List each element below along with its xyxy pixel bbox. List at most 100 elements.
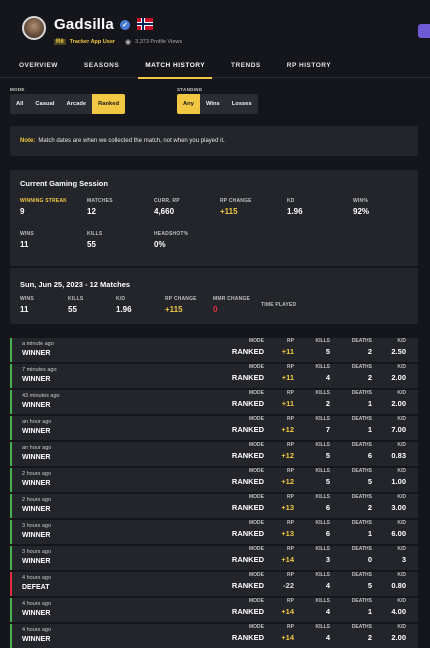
match-kills-column: KILLS 6 xyxy=(316,520,330,538)
match-mode-header: MODE xyxy=(249,338,264,344)
match-mode-value: RANKED xyxy=(231,451,264,460)
tracker-user-label: Tracker App User xyxy=(69,39,116,45)
match-mode-header: MODE xyxy=(249,468,264,474)
match-kd-column: K/D 2.00 xyxy=(391,390,406,408)
match-deaths-header: DEATHS xyxy=(351,468,372,474)
match-result: WINNER xyxy=(22,454,51,461)
match-deaths-header: DEATHS xyxy=(351,364,372,370)
tab-seasons[interactable]: SEASONS xyxy=(77,54,126,78)
match-mode-column: MODE RANKED xyxy=(232,338,264,356)
result-indicator xyxy=(10,572,12,596)
standing-losses-button[interactable]: Losses xyxy=(226,94,258,114)
match-row[interactable]: an hour ago WINNER MODE RANKED RP +12 KILLS 7 DE… xyxy=(10,416,418,441)
match-deaths-column: DEATHS 2 xyxy=(352,624,372,642)
standing-any-button[interactable]: Any xyxy=(177,94,200,114)
match-kd-value: 4.00 xyxy=(391,607,406,616)
avatar[interactable] xyxy=(22,16,46,40)
profile-nav: OVERVIEW SEASONS MATCH HISTORY TRENDS RP… xyxy=(0,54,430,79)
stat-label: K/D xyxy=(116,296,126,302)
stat-label: MATCHES xyxy=(87,198,113,204)
match-mode-header: MODE xyxy=(249,494,264,500)
mode-ranked-button[interactable]: Ranked xyxy=(92,94,126,114)
match-mode-column: MODE RANKED xyxy=(232,494,264,512)
match-deaths-value: 1 xyxy=(367,529,372,538)
match-rp-column: RP +13 xyxy=(281,494,294,512)
match-deaths-header: DEATHS xyxy=(351,390,372,396)
match-kills-header: KILLS xyxy=(315,442,330,448)
stat-wins: WINS 11 xyxy=(20,231,34,249)
match-mode-column: MODE RANKED xyxy=(232,572,264,590)
standing-wins-button[interactable]: Wins xyxy=(200,94,226,114)
norway-flag-icon xyxy=(137,18,153,30)
mode-casual-button[interactable]: Casual xyxy=(29,94,60,114)
match-row[interactable]: 7 minutes ago WINNER MODE RANKED RP +11 KILLS 4… xyxy=(10,364,418,389)
stat-win-percent: WIN% 92% xyxy=(353,198,369,216)
match-rp-column: RP -22 xyxy=(283,572,294,590)
match-kills-header: KILLS xyxy=(315,390,330,396)
match-row[interactable]: a minute ago WINNER MODE RANKED RP +11 KILLS 5 D… xyxy=(10,338,418,363)
stat-current-rp: CURR. RP 4,660 xyxy=(154,198,180,216)
match-row[interactable]: 3 hours ago WINNER MODE RANKED RP +14 KILLS 3 DE… xyxy=(10,546,418,571)
stat-value: 92% xyxy=(353,207,370,216)
match-row[interactable]: an hour ago WINNER MODE RANKED RP +12 KILLS 5 DE… xyxy=(10,442,418,467)
tab-match-history[interactable]: MATCH HISTORY xyxy=(138,54,212,79)
match-time: 7 minutes ago xyxy=(22,367,57,373)
stat-value: 4,660 xyxy=(154,207,175,216)
match-rp-column: RP +13 xyxy=(281,520,294,538)
mode-all-button[interactable]: All xyxy=(10,94,29,114)
match-rp-column: RP +11 xyxy=(282,390,294,408)
r6-badge: R6 xyxy=(54,39,66,45)
match-result: WINNER xyxy=(22,636,51,643)
match-time: an hour ago xyxy=(22,419,52,425)
stat-label: RP CHANGE xyxy=(165,296,197,302)
match-time: 4 hours ago xyxy=(22,575,52,581)
match-kd-value: 3 xyxy=(401,555,406,564)
stat-value: +115 xyxy=(165,305,183,314)
match-mode-column: MODE RANKED xyxy=(232,624,264,642)
match-kills-column: KILLS 4 xyxy=(316,624,330,642)
day-stat-wins: WINS 11 xyxy=(20,296,34,314)
match-deaths-value: 2 xyxy=(367,347,372,356)
stat-matches: MATCHES 12 xyxy=(87,198,113,216)
match-kd-column: K/D 3 xyxy=(397,546,406,564)
match-rp-value: +12 xyxy=(281,451,294,460)
match-kills-column: KILLS 5 xyxy=(316,442,330,460)
mode-arcade-button[interactable]: Arcade xyxy=(60,94,92,114)
match-row[interactable]: 4 hours ago WINNER MODE RANKED RP +14 KILLS 4 DE… xyxy=(10,624,418,648)
match-kills-value: 4 xyxy=(325,581,330,590)
match-time: 3 hours ago xyxy=(22,549,52,555)
match-deaths-value: 5 xyxy=(367,581,372,590)
match-deaths-header: DEATHS xyxy=(351,624,372,630)
match-mode-value: RANKED xyxy=(231,503,264,512)
tab-overview[interactable]: OVERVIEW xyxy=(12,54,65,78)
match-time: 2 hours ago xyxy=(22,471,52,477)
match-mode-value: RANKED xyxy=(231,581,264,590)
result-indicator xyxy=(10,520,12,544)
side-panel-tab[interactable] xyxy=(418,24,430,38)
match-mode-header: MODE xyxy=(249,546,264,552)
match-kd-header: K/D xyxy=(397,468,406,474)
match-row[interactable]: 4 hours ago DEFEAT MODE RANKED RP -22 KILLS 4 DE… xyxy=(10,572,418,597)
tab-rp-history[interactable]: RP HISTORY xyxy=(280,54,338,78)
match-row[interactable]: 43 minutes ago WINNER MODE RANKED RP +11 KILLS… xyxy=(10,390,418,415)
match-row[interactable]: 4 hours ago WINNER MODE RANKED RP +14 KILLS 4 DE… xyxy=(10,598,418,623)
standing-filter: Any Wins Losses xyxy=(177,94,258,114)
match-row[interactable]: 2 hours ago WINNER MODE RANKED RP +13 KILLS 6 DE… xyxy=(10,494,418,519)
match-row[interactable]: 2 hours ago WINNER MODE RANKED RP +12 KILLS 5 DE… xyxy=(10,468,418,493)
match-rp-header: RP xyxy=(287,416,294,422)
day-stat-time-played: TIME PLAYED xyxy=(261,302,296,311)
stat-value: 1.96 xyxy=(287,207,303,216)
match-deaths-value: 6 xyxy=(367,451,372,460)
match-rp-value: +11 xyxy=(281,373,294,382)
match-kills-value: 2 xyxy=(325,399,330,408)
profile-header: Gadsilla ✓ R6 Tracker App User ◉ 3,373 P… xyxy=(0,0,430,54)
match-kills-value: 4 xyxy=(325,633,330,642)
match-time: a minute ago xyxy=(22,341,54,347)
match-result: WINNER xyxy=(22,610,51,617)
match-row[interactable]: 3 hours ago WINNER MODE RANKED RP +13 KILLS 6 DE… xyxy=(10,520,418,545)
match-kills-header: KILLS xyxy=(315,338,330,344)
result-indicator xyxy=(10,338,12,362)
stat-value: 12 xyxy=(87,207,96,216)
tab-trends[interactable]: TRENDS xyxy=(224,54,268,78)
match-mode-header: MODE xyxy=(249,390,264,396)
